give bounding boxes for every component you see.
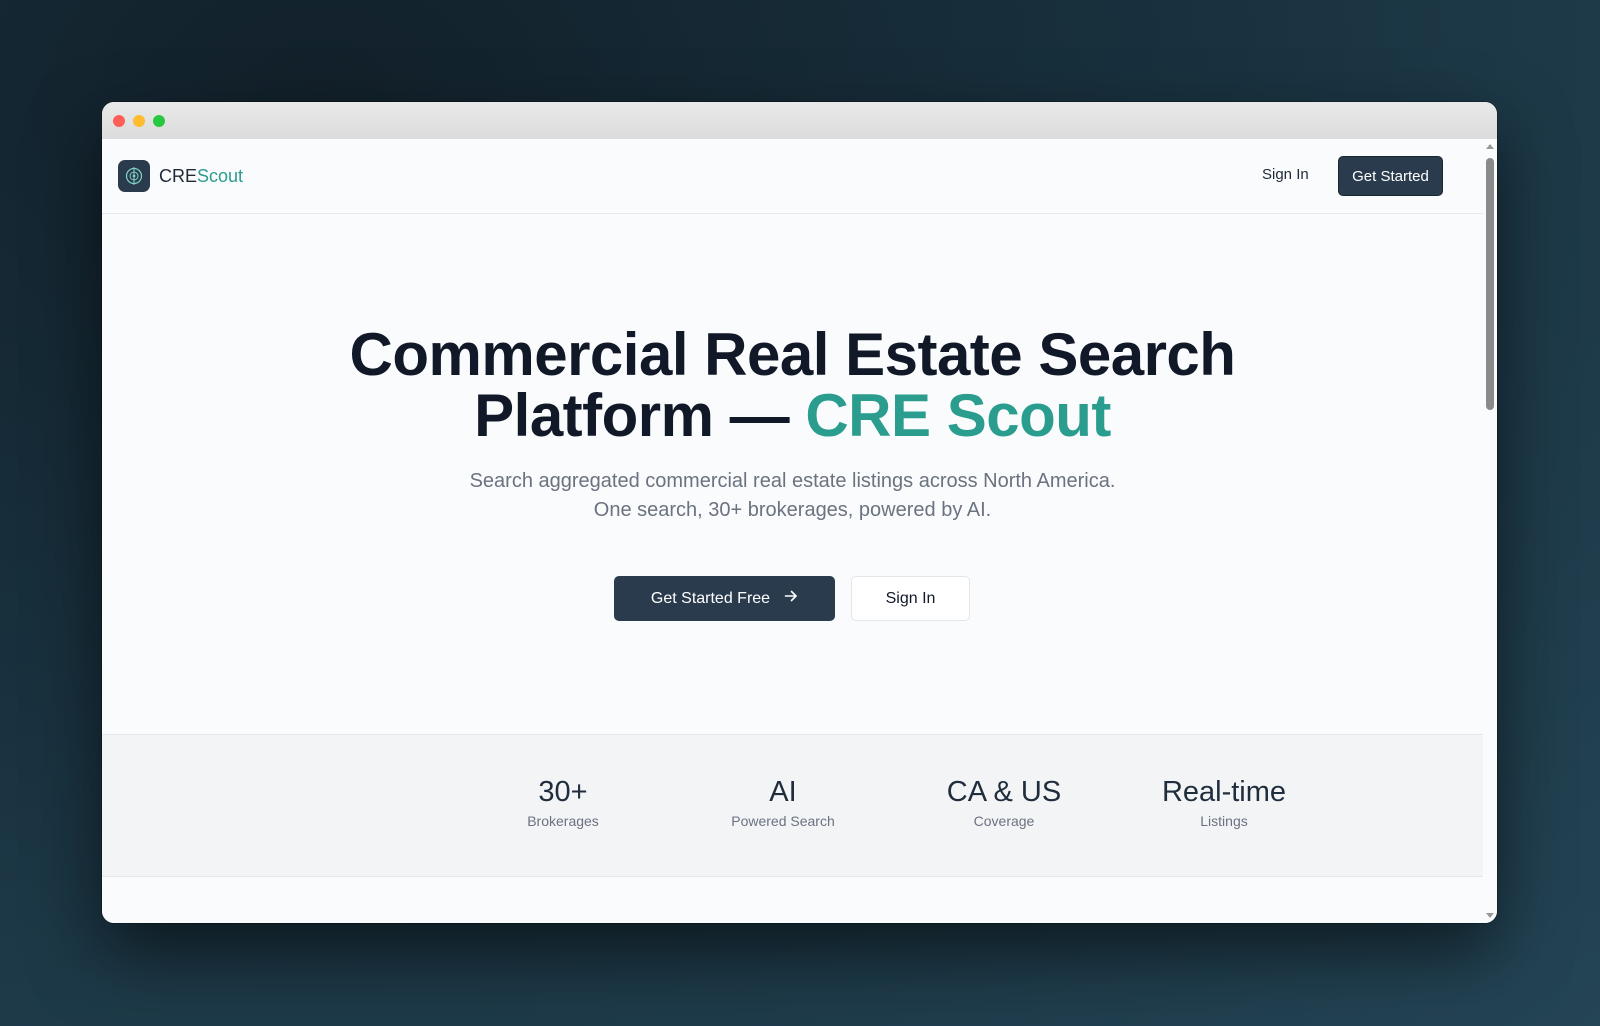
scrollbar-thumb[interactable] bbox=[1486, 158, 1494, 410]
hero-title-accent: CRE Scout bbox=[805, 382, 1111, 449]
stat-item: CA & US Coverage bbox=[904, 775, 1104, 829]
stat-label: Listings bbox=[1200, 813, 1248, 829]
arrow-right-icon bbox=[784, 589, 798, 608]
target-compass-icon bbox=[118, 160, 150, 192]
window-titlebar bbox=[102, 102, 1497, 140]
stat-value: Real-time bbox=[1161, 776, 1287, 808]
page-viewport: CREScout Sign In Get Started Commercial … bbox=[102, 139, 1483, 923]
close-window-button[interactable] bbox=[113, 115, 125, 127]
browser-window: CREScout Sign In Get Started Commercial … bbox=[102, 102, 1497, 923]
stat-value: 30+ bbox=[538, 776, 588, 808]
stat-label: Coverage bbox=[973, 813, 1035, 829]
stat-item: 30+ Brokerages bbox=[463, 775, 663, 829]
vertical-scrollbar[interactable] bbox=[1483, 139, 1497, 923]
hero-sign-in-button[interactable]: Sign In bbox=[851, 576, 970, 621]
brand-name-part2: Scout bbox=[197, 165, 244, 186]
stat-label: Powered Search bbox=[731, 813, 835, 829]
minimize-window-button[interactable] bbox=[133, 115, 145, 127]
stat-value: AI bbox=[769, 776, 797, 808]
top-navigation: CREScout Sign In Get Started bbox=[102, 139, 1483, 214]
hero-subtitle-line1: Search aggregated commercial real estate… bbox=[469, 470, 1116, 492]
scroll-down-arrow-icon[interactable] bbox=[1486, 913, 1494, 918]
scroll-up-arrow-icon[interactable] bbox=[1486, 144, 1494, 149]
hero-subtitle-line2: One search, 30+ brokerages, powered by A… bbox=[593, 499, 992, 521]
hero-title-line1: Commercial Real Estate Search bbox=[349, 321, 1236, 388]
stat-label: Brokerages bbox=[527, 813, 599, 829]
brand-name: CREScout bbox=[159, 166, 243, 187]
nav-sign-in-link[interactable]: Sign In bbox=[1262, 166, 1309, 183]
maximize-window-button[interactable] bbox=[153, 115, 165, 127]
brand-name-part1: CRE bbox=[159, 165, 198, 186]
get-started-free-label: Get Started Free bbox=[650, 589, 771, 607]
stat-item: AI Powered Search bbox=[683, 775, 883, 829]
nav-get-started-button[interactable]: Get Started bbox=[1338, 156, 1443, 196]
brand-logo-link[interactable]: CREScout bbox=[118, 160, 243, 192]
stat-item: Real-time Listings bbox=[1124, 775, 1324, 829]
hero-subtitle: Search aggregated commercial real estate… bbox=[102, 467, 1483, 525]
hero-title-line2-prefix: Platform — bbox=[474, 382, 806, 449]
hero-title: Commercial Real Estate Search Platform —… bbox=[102, 324, 1483, 446]
stat-value: CA & US bbox=[946, 776, 1062, 808]
get-started-free-button[interactable]: Get Started Free bbox=[614, 576, 835, 621]
stats-band: 30+ Brokerages AI Powered Search CA & US… bbox=[102, 734, 1483, 877]
